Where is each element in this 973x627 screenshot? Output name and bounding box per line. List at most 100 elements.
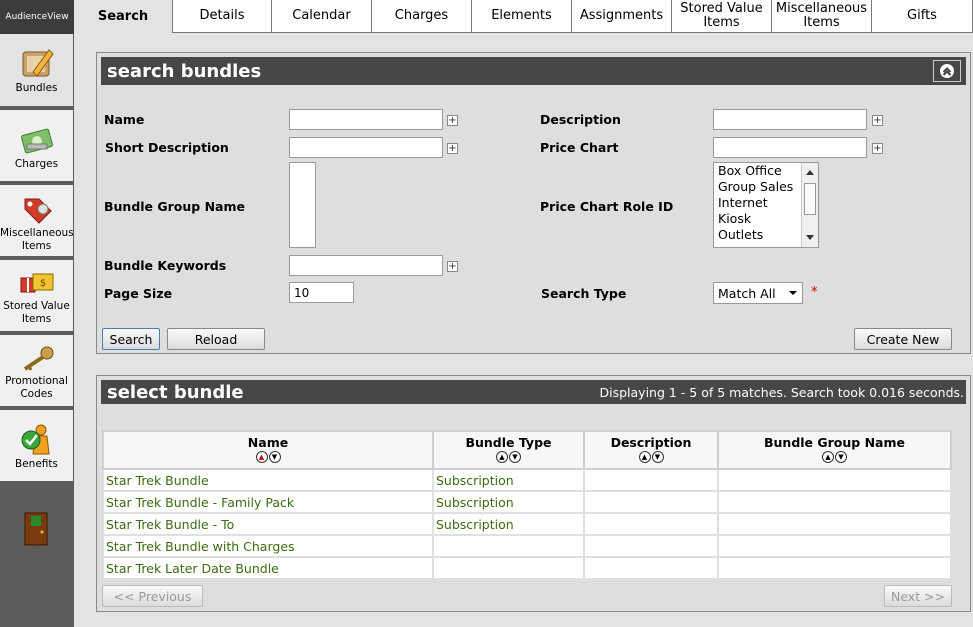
short-description-label: Short Description <box>105 140 229 155</box>
sidebar-item-miscellaneous-items[interactable]: Miscellaneous Items <box>0 185 74 258</box>
bundle-type-cell <box>432 534 585 558</box>
add-name-plus-icon[interactable]: + <box>447 115 458 126</box>
sidebar-item-stored-value-items[interactable]: $ Stored Value Items <box>0 260 73 333</box>
table-row[interactable]: Star Trek Later Date Bundle <box>102 556 952 580</box>
tab-gifts[interactable]: Gifts <box>872 0 973 33</box>
bundle-name-link[interactable]: Star Trek Bundle <box>102 468 434 492</box>
bundle-group-cell <box>717 468 952 492</box>
bundle-name-link[interactable]: Star Trek Later Date Bundle <box>102 556 434 580</box>
column-header-bundle-type[interactable]: Bundle Type ▲ ▼ <box>432 430 585 470</box>
scroll-down-icon[interactable] <box>802 231 818 245</box>
bundle-type-cell: Subscription <box>432 512 585 536</box>
sidebar-item-label: Charges <box>14 158 59 170</box>
column-header-bundle-group-name[interactable]: Bundle Group Name ▲ ▼ <box>717 430 952 470</box>
tab-assignments[interactable]: Assignments <box>572 0 672 33</box>
description-cell <box>583 468 719 492</box>
scroll-thumb[interactable] <box>804 183 816 215</box>
sort-ascending-icon[interactable]: ▲ <box>255 451 268 463</box>
column-header-name[interactable]: Name ▲ ▼ <box>102 430 434 470</box>
sidebar-item-label: Bundles <box>15 82 58 94</box>
sort-descending-icon[interactable]: ▼ <box>268 451 281 463</box>
panel-title: search bundles <box>107 60 262 82</box>
bundle-name-link[interactable]: Star Trek Bundle - Family Pack <box>102 490 434 514</box>
bundle-name-link[interactable]: Star Trek Bundle - To <box>102 512 434 536</box>
reload-button[interactable]: Reload <box>167 328 265 350</box>
create-new-button[interactable]: Create New <box>854 328 952 350</box>
exit-door-icon[interactable] <box>24 512 48 546</box>
listbox-scrollbar[interactable] <box>801 163 818 247</box>
price-chart-input[interactable] <box>713 137 867 158</box>
bundle-group-name-label: Bundle Group Name <box>104 199 245 214</box>
bundle-group-cell <box>717 556 952 580</box>
add-bundle-keywords-plus-icon[interactable]: + <box>447 261 458 272</box>
sort-ascending-icon[interactable]: ▲ <box>496 451 508 463</box>
results-table: Name ▲ ▼ Bundle Type ▲ ▼ Description ▲ ▼ Bu… <box>102 430 952 580</box>
description-cell <box>583 512 719 536</box>
add-short-description-plus-icon[interactable]: + <box>447 143 458 154</box>
tab-calendar[interactable]: Calendar <box>272 0 372 33</box>
tab-elements[interactable]: Elements <box>472 0 572 33</box>
table-row[interactable]: Star Trek Bundle Subscription <box>102 468 952 492</box>
sidebar-item-bundles[interactable]: Bundles <box>0 34 73 108</box>
tab-stored-value-items[interactable]: Stored Value Items <box>672 0 772 33</box>
column-label: Bundle Group Name <box>764 435 905 450</box>
column-label: Bundle Type <box>465 435 552 450</box>
results-status: Displaying 1 - 5 of 5 matches. Search to… <box>599 384 965 400</box>
description-cell <box>583 556 719 580</box>
description-input[interactable] <box>713 109 867 130</box>
add-description-plus-icon[interactable]: + <box>872 115 883 126</box>
sidebar-item-label: Promotional Codes <box>5 375 68 400</box>
sort-descending-icon[interactable]: ▼ <box>509 451 521 463</box>
add-price-chart-plus-icon[interactable]: + <box>872 143 883 154</box>
results-panel-header: select bundle Displaying 1 - 5 of 5 matc… <box>101 380 966 404</box>
short-description-input[interactable] <box>289 137 443 158</box>
sidebar-item-charges[interactable]: Charges <box>0 110 73 183</box>
price-chart-role-listbox[interactable]: Box Office Group Sales Internet Kiosk Ou… <box>713 162 819 248</box>
column-header-description[interactable]: Description ▲ ▼ <box>583 430 719 470</box>
table-row[interactable]: Star Trek Bundle with Charges <box>102 534 952 558</box>
pencil-tag-icon <box>22 49 54 77</box>
panel-title: select bundle <box>107 381 244 403</box>
scroll-up-icon[interactable] <box>802 165 818 179</box>
bundle-group-cell <box>717 534 952 558</box>
search-type-select[interactable]: Match All <box>713 282 803 304</box>
search-panel-header: search bundles <box>101 57 966 85</box>
sidebar-item-label: Stored Value Items <box>3 300 70 325</box>
bundle-group-cell <box>717 512 952 536</box>
tab-miscellaneous-items[interactable]: Miscellaneous Items <box>772 0 872 33</box>
sidebar-item-promotional-codes[interactable]: Promotional Codes <box>0 335 73 408</box>
table-row[interactable]: Star Trek Bundle - Family Pack Subscript… <box>102 490 952 514</box>
sort-controls: ▲ ▼ <box>434 451 583 463</box>
sort-descending-icon[interactable]: ▼ <box>651 451 664 463</box>
bundle-group-name-listbox[interactable] <box>289 162 316 248</box>
name-label: Name <box>104 112 145 127</box>
person-check-icon <box>21 424 50 455</box>
sort-ascending-icon[interactable]: ▲ <box>822 451 834 463</box>
bundle-name-link[interactable]: Star Trek Bundle with Charges <box>102 534 434 558</box>
search-type-value: Match All <box>718 285 776 301</box>
search-button[interactable]: Search <box>102 328 160 350</box>
sort-descending-icon[interactable]: ▼ <box>835 451 847 463</box>
name-input[interactable] <box>289 109 443 130</box>
bundle-keywords-label: Bundle Keywords <box>104 258 227 273</box>
tab-charges[interactable]: Charges <box>372 0 472 33</box>
sort-controls: ▲ ▼ <box>585 451 717 463</box>
page-size-input[interactable] <box>289 282 354 303</box>
money-icon <box>20 128 53 154</box>
tab-search[interactable]: Search <box>74 0 173 33</box>
previous-page-button[interactable]: << Previous <box>102 585 203 607</box>
price-chart-role-id-label: Price Chart Role ID <box>540 199 674 214</box>
sort-controls: ▲ ▼ <box>719 451 950 463</box>
tag-icon <box>24 198 52 224</box>
price-chart-label: Price Chart <box>540 140 619 155</box>
collapse-button[interactable] <box>933 60 961 82</box>
sidebar-item-benefits[interactable]: Benefits <box>0 410 73 483</box>
next-page-button[interactable]: Next >> <box>884 585 952 607</box>
sort-ascending-icon[interactable]: ▲ <box>638 451 651 463</box>
table-row[interactable]: Star Trek Bundle - To Subscription <box>102 512 952 536</box>
description-label: Description <box>540 112 621 127</box>
bundle-keywords-input[interactable] <box>289 255 443 276</box>
sidebar-item-label: Benefits <box>15 458 58 470</box>
tab-details[interactable]: Details <box>173 0 272 33</box>
description-cell <box>583 490 719 514</box>
